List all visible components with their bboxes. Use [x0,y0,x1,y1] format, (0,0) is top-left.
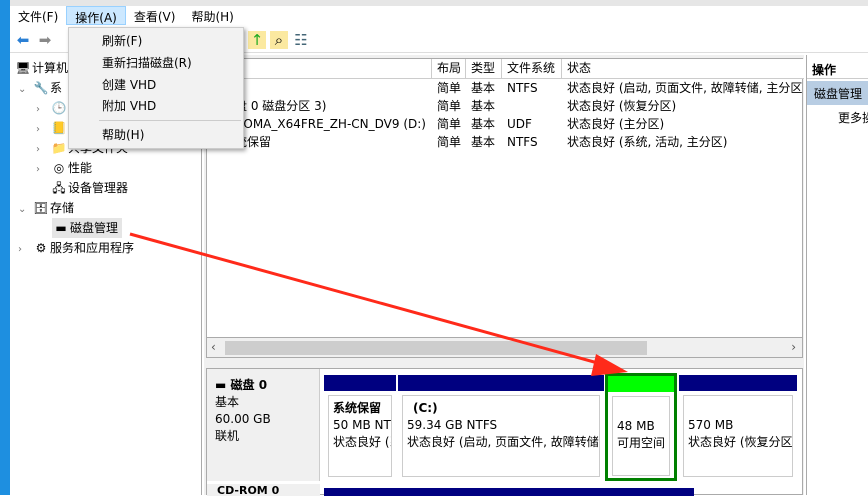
menu-item-help[interactable]: 帮助(H) [102,125,144,145]
menu-item-attach-vhd[interactable]: 附加 VHD [102,96,156,116]
menu-item-create-vhd[interactable]: 创建 VHD [102,75,156,95]
action-dropdown-menu: 刷新(F) 重新扫描磁盘(R) 创建 VHD 附加 VHD 帮助(H) [68,27,244,149]
menu-item-refresh[interactable]: 刷新(F) [102,31,142,51]
menu-item-rescan[interactable]: 重新扫描磁盘(R) [102,53,192,73]
menu-separator [99,120,241,121]
